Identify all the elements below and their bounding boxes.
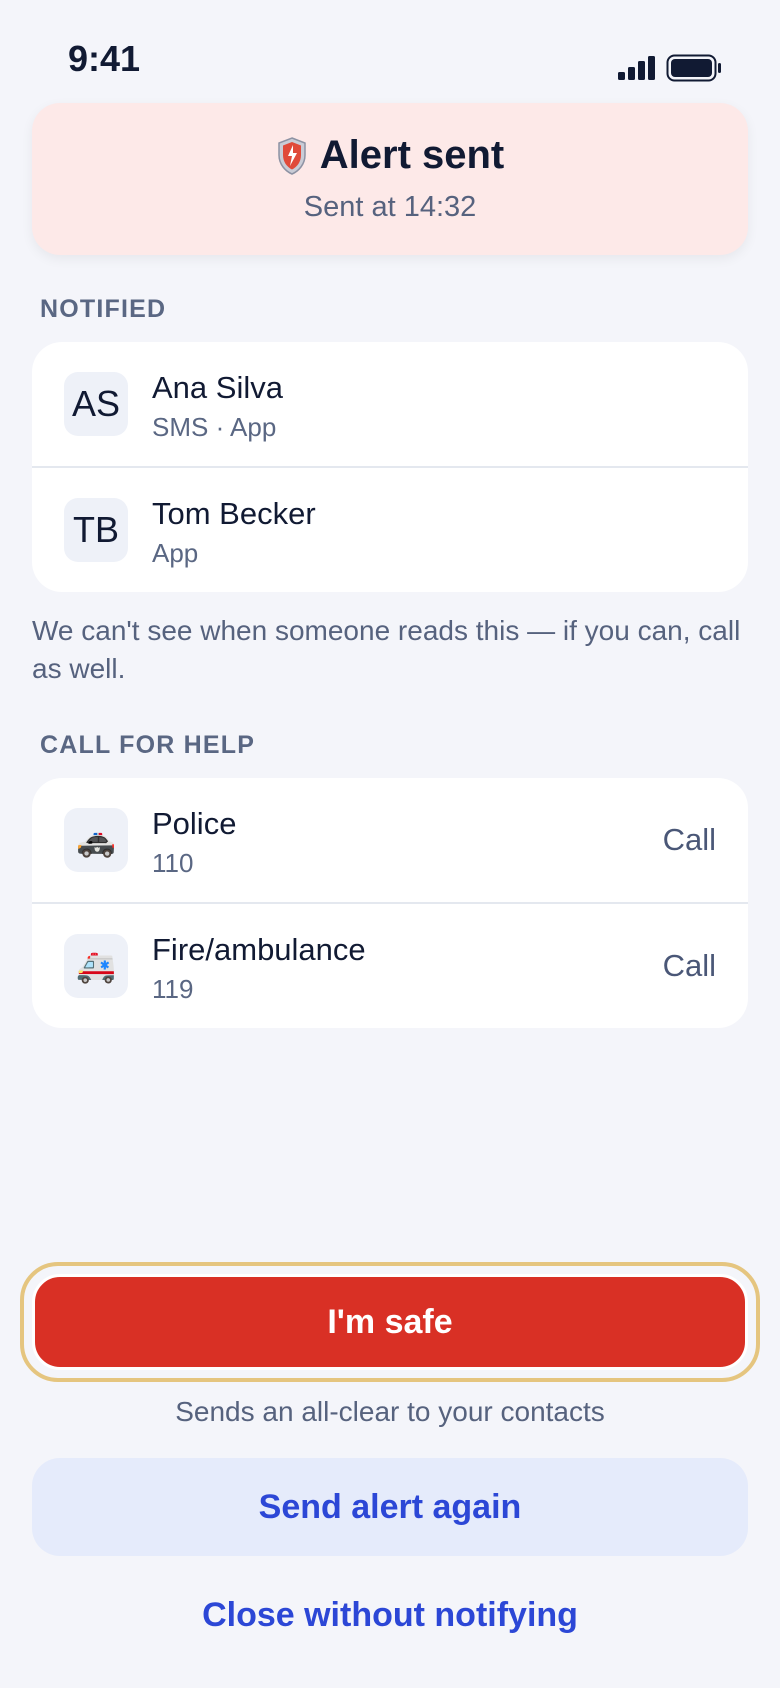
battery-icon: [666, 54, 721, 82]
contact-channels: App: [152, 538, 199, 568]
service-row-fire-ambulance[interactable]: 🚑 Fire/ambulance 119 Call: [32, 902, 748, 1028]
status-time: 9:41: [68, 38, 141, 79]
call-fire-ambulance-button[interactable]: Call: [663, 948, 716, 984]
im-safe-hint: Sends an all-clear to your contacts: [175, 1396, 605, 1427]
alert-sent-banner: Alert sent Sent at 14:32: [32, 103, 748, 255]
shield-alert-icon: [278, 136, 306, 175]
contact-name: Ana Silva: [152, 370, 283, 405]
contact-name: Tom Becker: [152, 496, 316, 531]
im-safe-button[interactable]: I'm safe: [32, 1274, 748, 1370]
contact-row[interactable]: AS Ana Silva SMS · App: [32, 342, 748, 466]
alert-timestamp: Sent at 14:32: [303, 191, 477, 223]
close-without-notifying-link[interactable]: Close without notifying: [0, 1596, 780, 1635]
ambulance-icon: 🚑: [64, 934, 128, 998]
service-number: 110: [152, 848, 194, 878]
service-name: Police: [152, 806, 237, 841]
avatar: AS: [64, 372, 128, 436]
signal-icon: [618, 56, 655, 80]
emergency-services-list: 🚓 Police 110 Call 🚑 Fire/ambulance 119 C…: [32, 778, 748, 1028]
call-police-button[interactable]: Call: [663, 822, 716, 858]
contact-channels: SMS · App: [152, 412, 277, 442]
status-bar: 9:41: [0, 0, 780, 100]
alert-title: Alert sent: [319, 133, 505, 177]
avatar: TB: [64, 498, 128, 562]
notified-contacts-list: AS Ana Silva SMS · App TB Tom Becker App: [32, 342, 748, 592]
read-receipt-note: We can't see when someone reads this — i…: [32, 615, 741, 684]
service-name: Fire/ambulance: [152, 932, 366, 967]
police-car-icon: 🚓: [64, 808, 128, 872]
service-number: 119: [152, 974, 194, 1004]
contact-row[interactable]: TB Tom Becker App: [32, 466, 748, 592]
send-alert-again-button[interactable]: Send alert again: [32, 1458, 748, 1556]
notified-section-label: NOTIFIED: [40, 295, 167, 323]
call-for-help-section-label: CALL FOR HELP: [40, 731, 256, 759]
service-row-police[interactable]: 🚓 Police 110 Call: [32, 778, 748, 902]
